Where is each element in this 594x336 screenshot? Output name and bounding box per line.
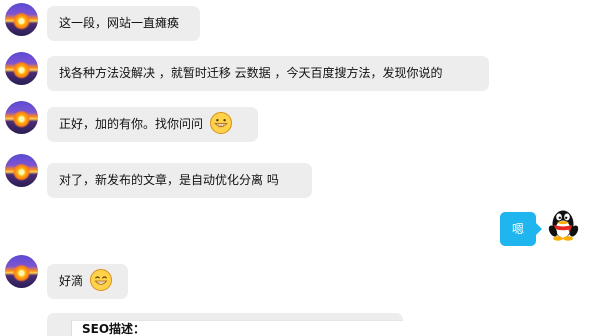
message-bubble: 对了，新发布的文章，是自动优化分离 吗 [47,163,312,198]
grinning-emoji-icon [209,111,233,135]
message-text: 找各种方法没解决 ，就暂时迁移 云数据 ，今天百度搜方法，发现你说的 [59,66,443,80]
outgoing-message-bubble: 嗯 [500,212,542,246]
card-title: SEO描述： [82,322,146,336]
message-text: 正好，加的有你。找你问问 [59,117,204,131]
qq-penguin-avatar-icon[interactable] [545,205,582,242]
smiling-emoji-icon [89,268,113,292]
message-text: 这一段，网站一直瘫痪 [59,16,180,30]
message-bubble: 正好，加的有你。找你问问 [47,107,258,142]
message-bubble: 找各种方法没解决 ，就暂时迁移 云数据 ，今天百度搜方法，发现你说的 [47,56,489,91]
message-bubble: 这一段，网站一直瘫痪 [47,6,200,41]
sunset-avatar[interactable] [5,3,38,36]
sunset-avatar[interactable] [5,255,38,288]
chat-window: 这一段，网站一直瘫痪 找各种方法没解决 ，就暂时迁移 云数据 ，今天百度搜方法，… [0,0,594,336]
sunset-avatar[interactable] [5,154,38,187]
sunset-avatar[interactable] [5,101,38,134]
card-body: SEO描述： [71,320,403,336]
message-bubble: 好滴 [47,264,128,299]
message-text: 好滴 [59,274,84,288]
sunset-avatar[interactable] [5,52,38,85]
message-text: 对了，新发布的文章，是自动优化分离 吗 [59,173,279,187]
link-card[interactable]: SEO描述： [47,313,403,336]
message-text: 嗯 [511,222,524,236]
